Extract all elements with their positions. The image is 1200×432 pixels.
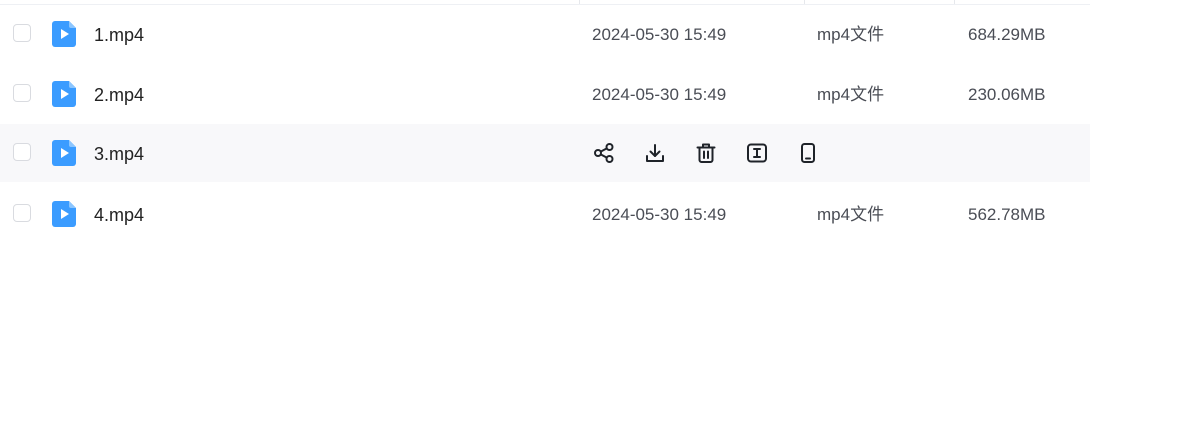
table-row[interactable]: 1.mp4 2024-05-30 15:49 mp4文件 684.29MB (0, 5, 1090, 63)
video-file-icon (52, 140, 76, 166)
send-to-phone-button[interactable] (796, 141, 820, 165)
modified-date: 2024-05-30 15:49 (592, 85, 727, 104)
column-divider[interactable] (954, 0, 955, 4)
modified-date: 2024-05-30 15:49 (592, 205, 727, 224)
row-checkbox[interactable] (13, 143, 31, 161)
modified-date: 2024-05-30 15:49 (592, 25, 727, 44)
rename-icon (747, 143, 767, 163)
delete-button[interactable] (694, 141, 718, 165)
download-button[interactable] (643, 141, 667, 165)
share-button[interactable] (592, 141, 616, 165)
delete-icon (696, 143, 716, 163)
file-size: 230.06MB (968, 85, 1046, 104)
file-type: mp4文件 (817, 205, 885, 224)
file-name[interactable]: 4.mp4 (94, 204, 144, 226)
row-checkbox[interactable] (13, 204, 31, 222)
video-file-icon (52, 21, 76, 47)
phone-icon (801, 143, 815, 163)
file-size: 684.29MB (968, 25, 1046, 44)
file-name[interactable]: 1.mp4 (94, 24, 144, 46)
rename-button[interactable] (745, 141, 769, 165)
share-icon (594, 143, 614, 163)
row-checkbox[interactable] (13, 24, 31, 42)
file-type: mp4文件 (817, 85, 885, 104)
file-name[interactable]: 3.mp4 (94, 143, 144, 165)
row-actions (592, 141, 847, 165)
table-row[interactable]: 2.mp4 2024-05-30 15:49 mp4文件 230.06MB (0, 65, 1090, 123)
download-icon (646, 144, 664, 162)
video-file-icon (52, 201, 76, 227)
file-name[interactable]: 2.mp4 (94, 84, 144, 106)
column-divider[interactable] (579, 0, 580, 4)
file-list: 1.mp4 2024-05-30 15:49 mp4文件 684.29MB 2.… (0, 0, 1090, 432)
table-row[interactable]: 3.mp4 (0, 124, 1090, 182)
file-type: mp4文件 (817, 25, 885, 44)
table-row[interactable]: 4.mp4 2024-05-30 15:49 mp4文件 562.78MB (0, 185, 1090, 243)
video-file-icon (52, 81, 76, 107)
row-checkbox[interactable] (13, 84, 31, 102)
column-divider[interactable] (804, 0, 805, 4)
file-size: 562.78MB (968, 205, 1046, 224)
